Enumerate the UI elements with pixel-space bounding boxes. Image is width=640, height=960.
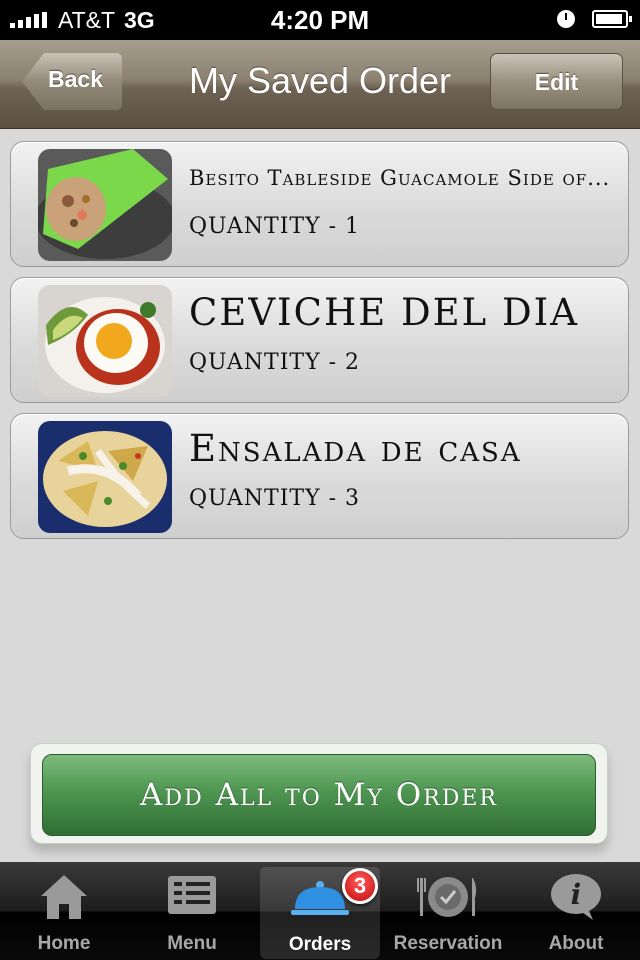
tab-menu[interactable]: Menu: [132, 862, 252, 960]
back-button-label: Back: [48, 66, 103, 92]
tab-home[interactable]: Home: [4, 862, 124, 960]
tab-reservation[interactable]: Reservation: [388, 862, 508, 960]
tab-bar: Home Menu Orders Reservation i About: [0, 862, 640, 960]
tab-label: About: [548, 933, 604, 954]
item-name: CEVICHE DEL DIA: [189, 291, 580, 334]
info-bubble-icon: i: [549, 872, 603, 927]
fried-egg-tostada-photo: [38, 285, 172, 397]
chilaquiles-plate-photo: [38, 421, 172, 533]
tab-label: Menu: [167, 933, 217, 954]
item-name: Ensalada de casa: [189, 427, 522, 470]
item-quantity: QUANTITY - 2: [189, 350, 361, 375]
alarm-clock-icon: [557, 10, 575, 28]
status-time: 4:20 PM: [270, 5, 370, 35]
menu-list-icon: [164, 872, 220, 923]
battery-icon: [592, 10, 632, 28]
order-item[interactable]: CEVICHE DEL DIA QUANTITY - 2: [10, 277, 629, 403]
item-quantity: QUANTITY - 1: [189, 214, 361, 239]
house-icon: [38, 872, 90, 927]
order-item[interactable]: Ensalada de casa QUANTITY - 3: [10, 413, 629, 539]
status-bar: AT&T 3G 4:20 PM: [0, 0, 640, 40]
plate-fork-knife-icon: [416, 872, 480, 925]
item-name: Besito Tableside Guacamole Side of...: [189, 166, 611, 190]
orders-count-badge: 3: [342, 868, 378, 904]
svg-text:i: i: [571, 878, 582, 911]
item-quantity: QUANTITY - 3: [189, 486, 361, 511]
tab-label: Orders: [288, 934, 352, 955]
add-all-to-order-button[interactable]: Add All to My Order: [42, 754, 596, 836]
tab-label: Reservation: [393, 933, 503, 954]
edit-button[interactable]: Edit: [490, 53, 623, 110]
burrito-wrap-photo: [38, 149, 172, 261]
tab-label: Home: [37, 933, 91, 954]
navigation-bar: My Saved Order Back Edit: [0, 40, 640, 129]
order-item[interactable]: Besito Tableside Guacamole Side of... QU…: [10, 141, 629, 267]
tab-about[interactable]: i About: [516, 862, 636, 960]
add-all-container: Add All to My Order: [30, 743, 608, 844]
